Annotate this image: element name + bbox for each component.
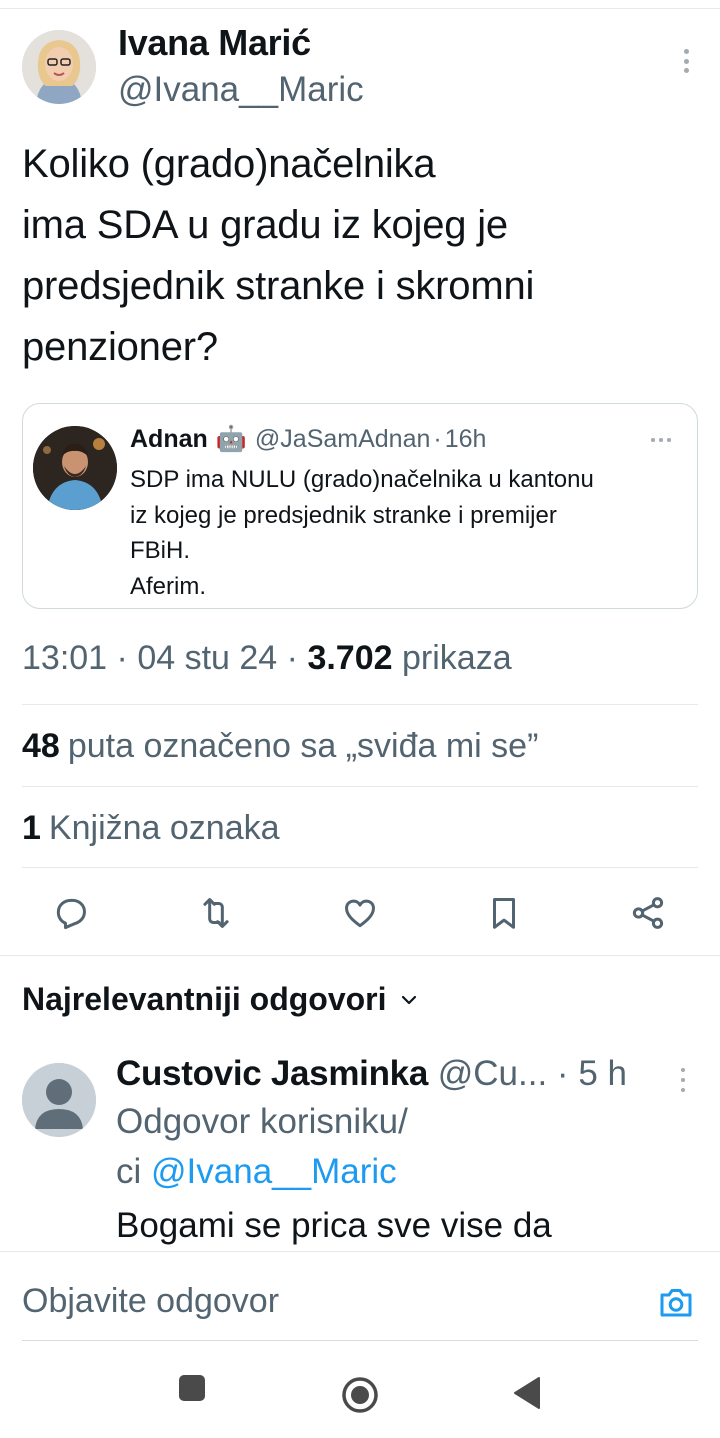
reply-author-avatar[interactable] bbox=[22, 1063, 96, 1137]
camera-icon[interactable] bbox=[658, 1286, 694, 1320]
views-count: 3.702 bbox=[307, 639, 393, 677]
tweet-text: Koliko (grado)načelnika ima SDA u gradu … bbox=[22, 134, 702, 378]
tweet-text-line: penzioner? bbox=[22, 325, 218, 369]
quote-more-icon bbox=[651, 438, 671, 442]
home-icon[interactable] bbox=[341, 1376, 379, 1414]
quote-header: Adnan 🤖 @JaSamAdnan · 16h bbox=[130, 425, 486, 454]
replying-to-line: ci @Ivana__Maric bbox=[116, 1152, 397, 1192]
divider bbox=[22, 786, 698, 787]
reply-author-handle[interactable]: @Cu... bbox=[438, 1054, 547, 1093]
replies-sort-label: Najrelevantniji odgovori bbox=[22, 981, 387, 1017]
reply-header: Custovic Jasminka @Cu... · 5 h bbox=[116, 1054, 627, 1094]
section-divider bbox=[0, 955, 720, 956]
reply-text: Bogami se prica sve vise da bbox=[116, 1206, 552, 1245]
separator-dot: · bbox=[433, 425, 442, 453]
reply-input[interactable]: Objavite odgovor bbox=[22, 1282, 279, 1321]
retweet-icon[interactable] bbox=[196, 893, 236, 933]
tweet-text-line: predsjednik stranke i skromni bbox=[22, 264, 535, 308]
bookmarks-stat[interactable]: 1 Knjižna oznaka bbox=[22, 809, 280, 848]
likes-count: 48 bbox=[22, 727, 60, 765]
replying-to-handle-link[interactable]: @Ivana__Maric bbox=[151, 1152, 397, 1191]
quote-text-line: FBiH. bbox=[130, 537, 190, 564]
back-icon[interactable] bbox=[513, 1376, 541, 1410]
separator-dot: · bbox=[116, 639, 138, 677]
separator-dot: · bbox=[556, 1054, 579, 1093]
quote-author-avatar bbox=[33, 426, 117, 510]
quote-text-line: iz kojeg je predsjednik stranke i premij… bbox=[130, 501, 557, 529]
like-icon[interactable] bbox=[340, 893, 380, 933]
bookmark-icon[interactable] bbox=[484, 893, 524, 933]
reply-more-icon[interactable] bbox=[676, 1068, 690, 1092]
recent-apps-icon[interactable] bbox=[178, 1374, 206, 1402]
author-name[interactable]: Ivana Marić bbox=[118, 22, 311, 64]
tweet-date[interactable]: 04 stu 24 bbox=[137, 639, 277, 677]
reply-icon[interactable] bbox=[51, 893, 91, 933]
robot-emoji-icon: 🤖 bbox=[215, 425, 247, 453]
replies-sort-dropdown[interactable]: Najrelevantniji odgovori bbox=[22, 981, 417, 1018]
reply-author-name[interactable]: Custovic Jasminka bbox=[116, 1054, 428, 1093]
divider bbox=[22, 704, 698, 705]
composer-underline bbox=[22, 1340, 698, 1341]
replying-to-line: Odgovor korisniku/ bbox=[116, 1102, 408, 1141]
more-options-icon[interactable] bbox=[678, 46, 694, 76]
quoted-tweet-card[interactable]: Adnan 🤖 @JaSamAdnan · 16h SDP ima NULU (… bbox=[22, 403, 698, 609]
reply-time: 5 h bbox=[578, 1054, 627, 1093]
bookmarks-count: 1 bbox=[22, 809, 41, 847]
tweet-text-line: ima SDA u gradu iz kojeg je bbox=[22, 203, 508, 247]
quote-text-line: Aferim. bbox=[130, 572, 207, 600]
quote-text-line: SDP ima NULU (grado)načelnika u kantonu bbox=[130, 466, 594, 493]
tweet-text-line: Koliko (grado)načelnika bbox=[22, 142, 436, 186]
quote-text: SDP ima NULU (grado)načelnika u kantonu … bbox=[130, 462, 690, 604]
author-handle[interactable]: @Ivana__Maric bbox=[118, 70, 364, 110]
chevron-down-icon bbox=[401, 995, 416, 1004]
likes-label: puta označeno sa „sviđa mi se” bbox=[67, 727, 539, 765]
tweet-meta: 13:01 · 04 stu 24 · 3.702 prikaza bbox=[22, 639, 512, 678]
quote-time: 16h bbox=[444, 425, 487, 453]
separator-dot: · bbox=[286, 639, 308, 677]
likes-stat[interactable]: 48 puta označeno sa „sviđa mi se” bbox=[22, 727, 538, 766]
bookmarks-label: Knjižna oznaka bbox=[48, 809, 280, 847]
share-icon[interactable] bbox=[628, 893, 668, 933]
divider bbox=[22, 867, 698, 868]
top-divider bbox=[0, 8, 720, 9]
replying-to-prefix: ci bbox=[116, 1152, 142, 1191]
tweet-time[interactable]: 13:01 bbox=[22, 639, 107, 677]
views-label: prikaza bbox=[402, 639, 512, 677]
author-avatar[interactable] bbox=[22, 30, 96, 104]
quote-author-name: Adnan bbox=[130, 425, 208, 453]
quote-author-handle: @JaSamAdnan bbox=[254, 425, 431, 453]
